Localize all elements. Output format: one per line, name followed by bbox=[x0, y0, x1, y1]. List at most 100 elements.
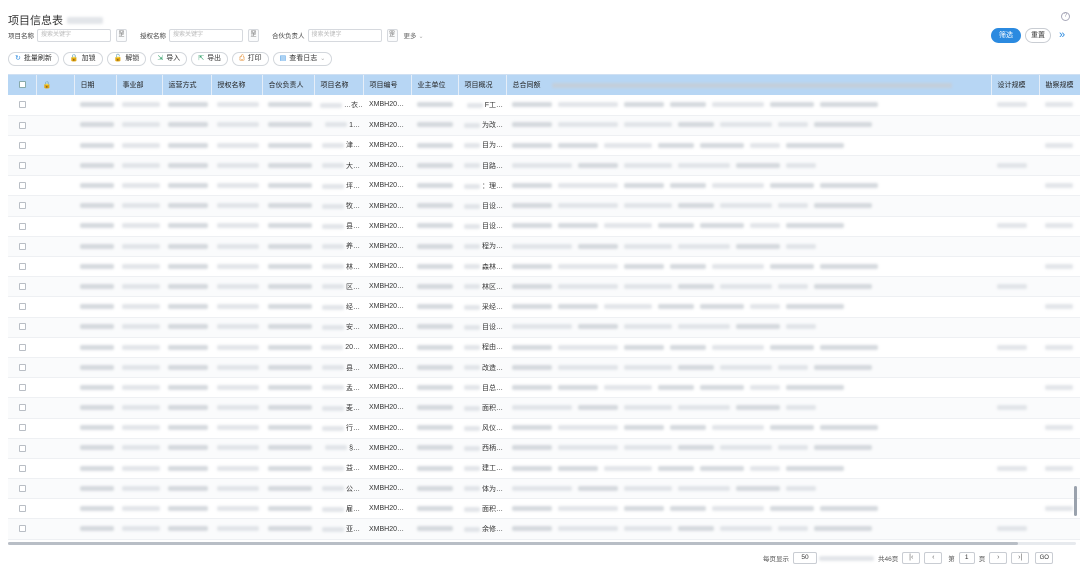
filter-button[interactable]: 筛选 bbox=[991, 28, 1021, 43]
row-checkbox[interactable] bbox=[8, 95, 36, 116]
project-summary-cell: 目设… bbox=[458, 216, 506, 237]
scrollbar-thumb[interactable] bbox=[8, 542, 1018, 545]
row-checkbox[interactable] bbox=[8, 498, 36, 520]
project-summary-cell: 为改… bbox=[458, 115, 506, 136]
row-checkbox[interactable] bbox=[8, 276, 36, 298]
row-checkbox[interactable] bbox=[8, 296, 36, 318]
table-row[interactable]: 养… XMBH20… 程为… bbox=[8, 236, 1080, 258]
table-cell-redacted bbox=[74, 256, 116, 278]
row-checkbox[interactable] bbox=[8, 216, 36, 237]
view-log-button[interactable]: ▤ 查看日志 ⌄ bbox=[272, 52, 333, 66]
column-header[interactable]: 授权名称 bbox=[211, 75, 263, 95]
table-cell bbox=[1039, 357, 1080, 379]
table-row[interactable]: 林… XMBH20… 森林… bbox=[8, 256, 1080, 278]
table-row[interactable]: 亚… XMBH20… 余修… bbox=[8, 518, 1080, 540]
table-row[interactable]: 大… XMBH20… 目路… bbox=[8, 155, 1080, 177]
table-row[interactable]: 区… XMBH20… 林区… bbox=[8, 276, 1080, 298]
lock-icon: 🔒 bbox=[42, 82, 52, 89]
prev-page-icon[interactable]: ‹ bbox=[924, 552, 943, 564]
row-checkbox[interactable] bbox=[8, 337, 36, 358]
row-checkbox[interactable] bbox=[8, 256, 36, 278]
project-code-cell: XMBH20… bbox=[363, 155, 411, 177]
table-row[interactable]: 1… XMBH20… 为改… bbox=[8, 115, 1080, 136]
table-row[interactable]: 麦… XMBH20… 面积… bbox=[8, 397, 1080, 419]
redacted-text bbox=[464, 466, 480, 472]
table-row[interactable]: …衣… XMBH20… F工… bbox=[8, 95, 1080, 116]
row-checkbox[interactable] bbox=[8, 317, 36, 338]
table-row[interactable]: 津… XMBH20… 目为… bbox=[8, 135, 1080, 157]
table-row[interactable]: 益… XMBH20… 建工… bbox=[8, 458, 1080, 480]
project-name-input[interactable]: 搜索关键字 bbox=[37, 28, 111, 42]
table-row[interactable]: 牧… XMBH20… 目设… bbox=[8, 195, 1080, 217]
project-code-cell: XMBH20… bbox=[363, 418, 411, 439]
column-header[interactable]: 项目概况 bbox=[458, 75, 507, 95]
reset-button[interactable]: 重置 bbox=[1025, 28, 1051, 43]
select-all-checkbox[interactable] bbox=[8, 75, 37, 95]
row-checkbox[interactable] bbox=[8, 438, 36, 459]
per-page-select[interactable]: 50 bbox=[793, 552, 817, 564]
row-checkbox[interactable] bbox=[8, 478, 36, 500]
column-header-total-contract[interactable]: 总合同额 bbox=[506, 75, 992, 95]
page-number-input[interactable]: 1 bbox=[958, 552, 975, 564]
license-name-input[interactable]: 搜索关键字 bbox=[169, 28, 243, 42]
column-header[interactable]: 合伙负责人 bbox=[262, 75, 315, 95]
table-row[interactable]: 经… XMBH20… 采经… bbox=[8, 296, 1080, 318]
go-button[interactable]: GO bbox=[1035, 552, 1054, 564]
project-summary-cell: 目设… bbox=[458, 317, 506, 338]
column-header[interactable]: 项目名称 bbox=[314, 75, 364, 95]
table-row[interactable]: 县… XMBH20… 改造… bbox=[8, 357, 1080, 379]
table-row[interactable]: 行… XMBH20… 风仪… bbox=[8, 418, 1080, 439]
row-checkbox[interactable] bbox=[8, 377, 36, 399]
column-header[interactable]: 运营方式 bbox=[162, 75, 212, 95]
table-cell bbox=[991, 135, 1039, 157]
project-name-cell: 县… bbox=[314, 216, 363, 237]
column-header[interactable]: 项目编号 bbox=[363, 75, 412, 95]
lock-cell bbox=[36, 155, 74, 177]
filter-option-button[interactable]: 罡 bbox=[386, 28, 398, 42]
filter-option-button[interactable]: 罡 bbox=[116, 28, 127, 42]
import-button[interactable]: ⇲ 导入 bbox=[150, 52, 188, 66]
partner-input[interactable]: 搜索关键字 bbox=[307, 28, 382, 42]
export-button[interactable]: ⇱ 导出 bbox=[191, 52, 229, 66]
row-checkbox[interactable] bbox=[8, 357, 36, 379]
row-checkbox[interactable] bbox=[8, 155, 36, 177]
table-row[interactable]: 雇… XMBH20… 面积… bbox=[8, 498, 1080, 520]
row-checkbox[interactable] bbox=[8, 518, 36, 540]
redacted-text bbox=[322, 506, 344, 512]
filter-option-button[interactable]: 罡 bbox=[248, 28, 259, 42]
row-checkbox[interactable] bbox=[8, 175, 36, 197]
row-checkbox[interactable] bbox=[8, 236, 36, 258]
row-checkbox[interactable] bbox=[8, 418, 36, 439]
table-row[interactable]: 坪… XMBH20… ：理… bbox=[8, 175, 1080, 197]
column-header[interactable]: 业主单位 bbox=[411, 75, 459, 95]
table-row[interactable]: 20… XMBH20… 程由… bbox=[8, 337, 1080, 358]
next-page-icon[interactable]: › bbox=[989, 552, 1008, 564]
print-button[interactable]: ⎙ 打印 bbox=[232, 52, 269, 66]
column-header[interactable]: 日期 bbox=[74, 75, 117, 95]
column-header[interactable]: 勘察规模 bbox=[1039, 75, 1080, 95]
table-row[interactable]: 安… XMBH20… 目设… bbox=[8, 317, 1080, 338]
row-checkbox[interactable] bbox=[8, 115, 36, 136]
batch-refresh-button[interactable]: ↻ 批量刷新 bbox=[8, 52, 59, 66]
row-checkbox[interactable] bbox=[8, 458, 36, 480]
vertical-scrollbar[interactable] bbox=[1074, 486, 1077, 516]
unlock-button[interactable]: 🔓 解锁 bbox=[106, 52, 147, 66]
column-header[interactable]: 设计规模 bbox=[991, 75, 1040, 95]
column-header[interactable]: 事业部 bbox=[116, 75, 163, 95]
more-filters-link[interactable]: 更多 ⌄ bbox=[404, 30, 424, 40]
project-code-cell: XMBH20… bbox=[363, 377, 411, 399]
first-page-icon[interactable]: |‹ bbox=[902, 552, 921, 564]
project-summary-text: F工… bbox=[484, 101, 503, 109]
lock-button[interactable]: 🔒 加锁 bbox=[62, 52, 103, 66]
table-row[interactable]: 公… XMBH20… 体为… bbox=[8, 478, 1080, 500]
horizontal-scrollbar[interactable] bbox=[8, 542, 1076, 545]
table-row[interactable]: 县… XMBH20… 目设… bbox=[8, 216, 1080, 237]
row-checkbox[interactable] bbox=[8, 135, 36, 157]
help-icon[interactable]: ? bbox=[1061, 12, 1070, 21]
last-page-icon[interactable]: ›| bbox=[1011, 552, 1030, 564]
row-checkbox[interactable] bbox=[8, 195, 36, 217]
row-checkbox[interactable] bbox=[8, 397, 36, 419]
table-row[interactable]: 孟… XMBH20… 目总… bbox=[8, 377, 1080, 399]
table-row[interactable]: §… XMBH20… 西柄… bbox=[8, 438, 1080, 459]
double-chevron-right-icon[interactable]: » bbox=[1059, 28, 1065, 42]
